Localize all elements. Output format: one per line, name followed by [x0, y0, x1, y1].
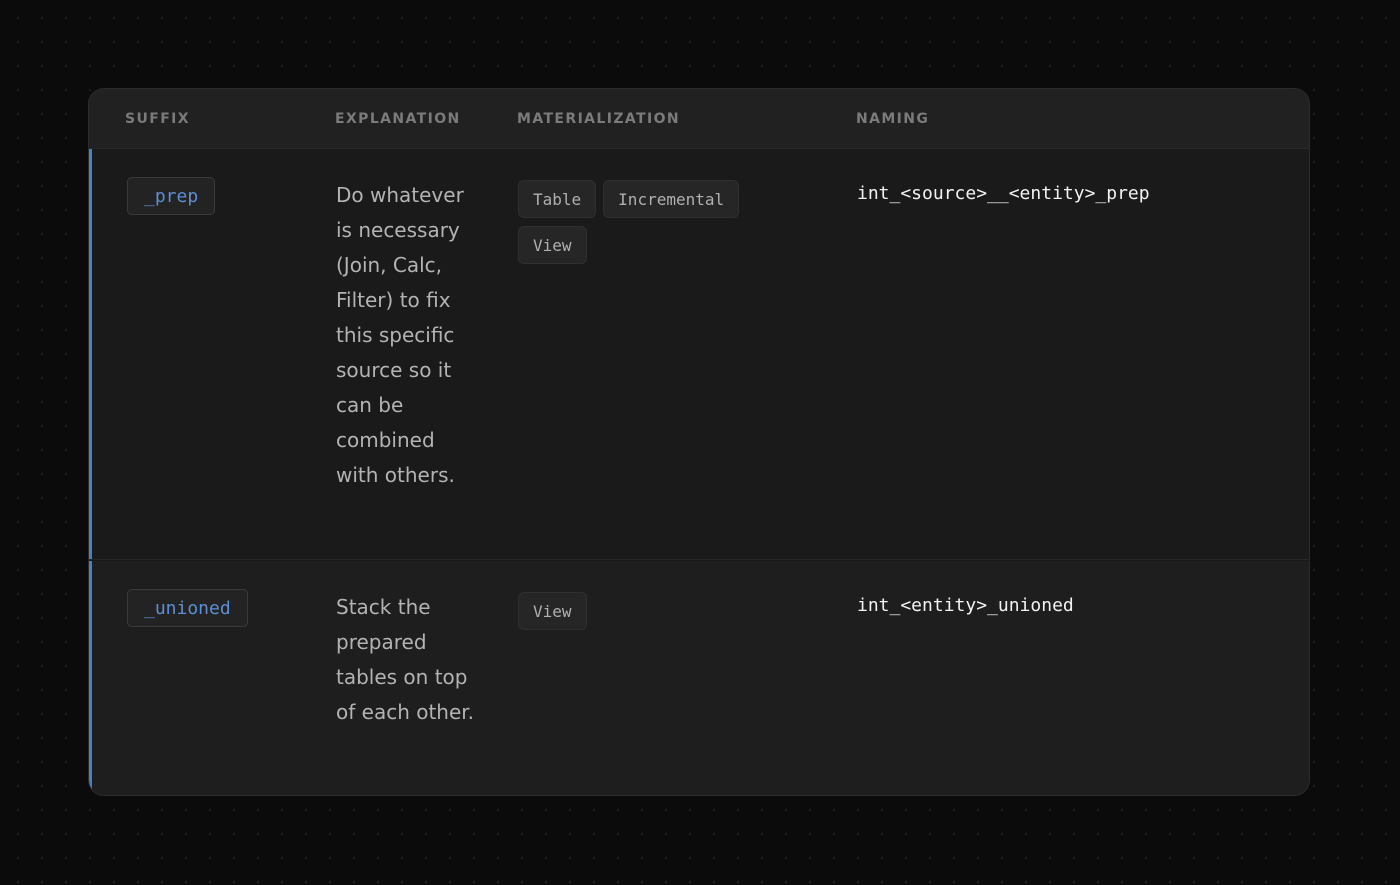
table-row: _prep Do whatever is necessary (Join, Ca…	[89, 149, 1309, 560]
naming-pattern: int_<source>__<entity>_prep	[857, 183, 1150, 204]
row-accent-bar	[89, 561, 92, 795]
header-materialization: MATERIALIZATION	[517, 111, 681, 127]
materialization-list: View	[518, 592, 768, 630]
materialization-chip-incremental: Incremental	[603, 180, 740, 218]
materialization-list: Table Incremental View	[518, 180, 768, 264]
explanation-text: Stack the prepared tables on top of each…	[336, 595, 475, 724]
materialization-chip-view: View	[518, 226, 587, 264]
materialization-chip-table: Table	[518, 180, 597, 218]
suffix-chip: _prep	[127, 177, 216, 215]
suffix-chip: _unioned	[127, 589, 248, 627]
header-suffix: SUFFIX	[125, 111, 190, 127]
row-accent-bar	[89, 149, 92, 559]
header-naming: NAMING	[856, 111, 930, 127]
naming-conventions-table: SUFFIX EXPLANATION MATERIALIZATION NAMIN…	[88, 88, 1310, 796]
explanation-text: Do whatever is necessary (Join, Calc, Fi…	[336, 183, 464, 487]
table-row: _unioned Stack the prepared tables on to…	[89, 561, 1309, 795]
header-explanation: EXPLANATION	[335, 111, 461, 127]
materialization-chip-view: View	[518, 592, 587, 630]
table-header: SUFFIX EXPLANATION MATERIALIZATION NAMIN…	[89, 89, 1309, 149]
naming-pattern: int_<entity>_unioned	[857, 595, 1074, 616]
